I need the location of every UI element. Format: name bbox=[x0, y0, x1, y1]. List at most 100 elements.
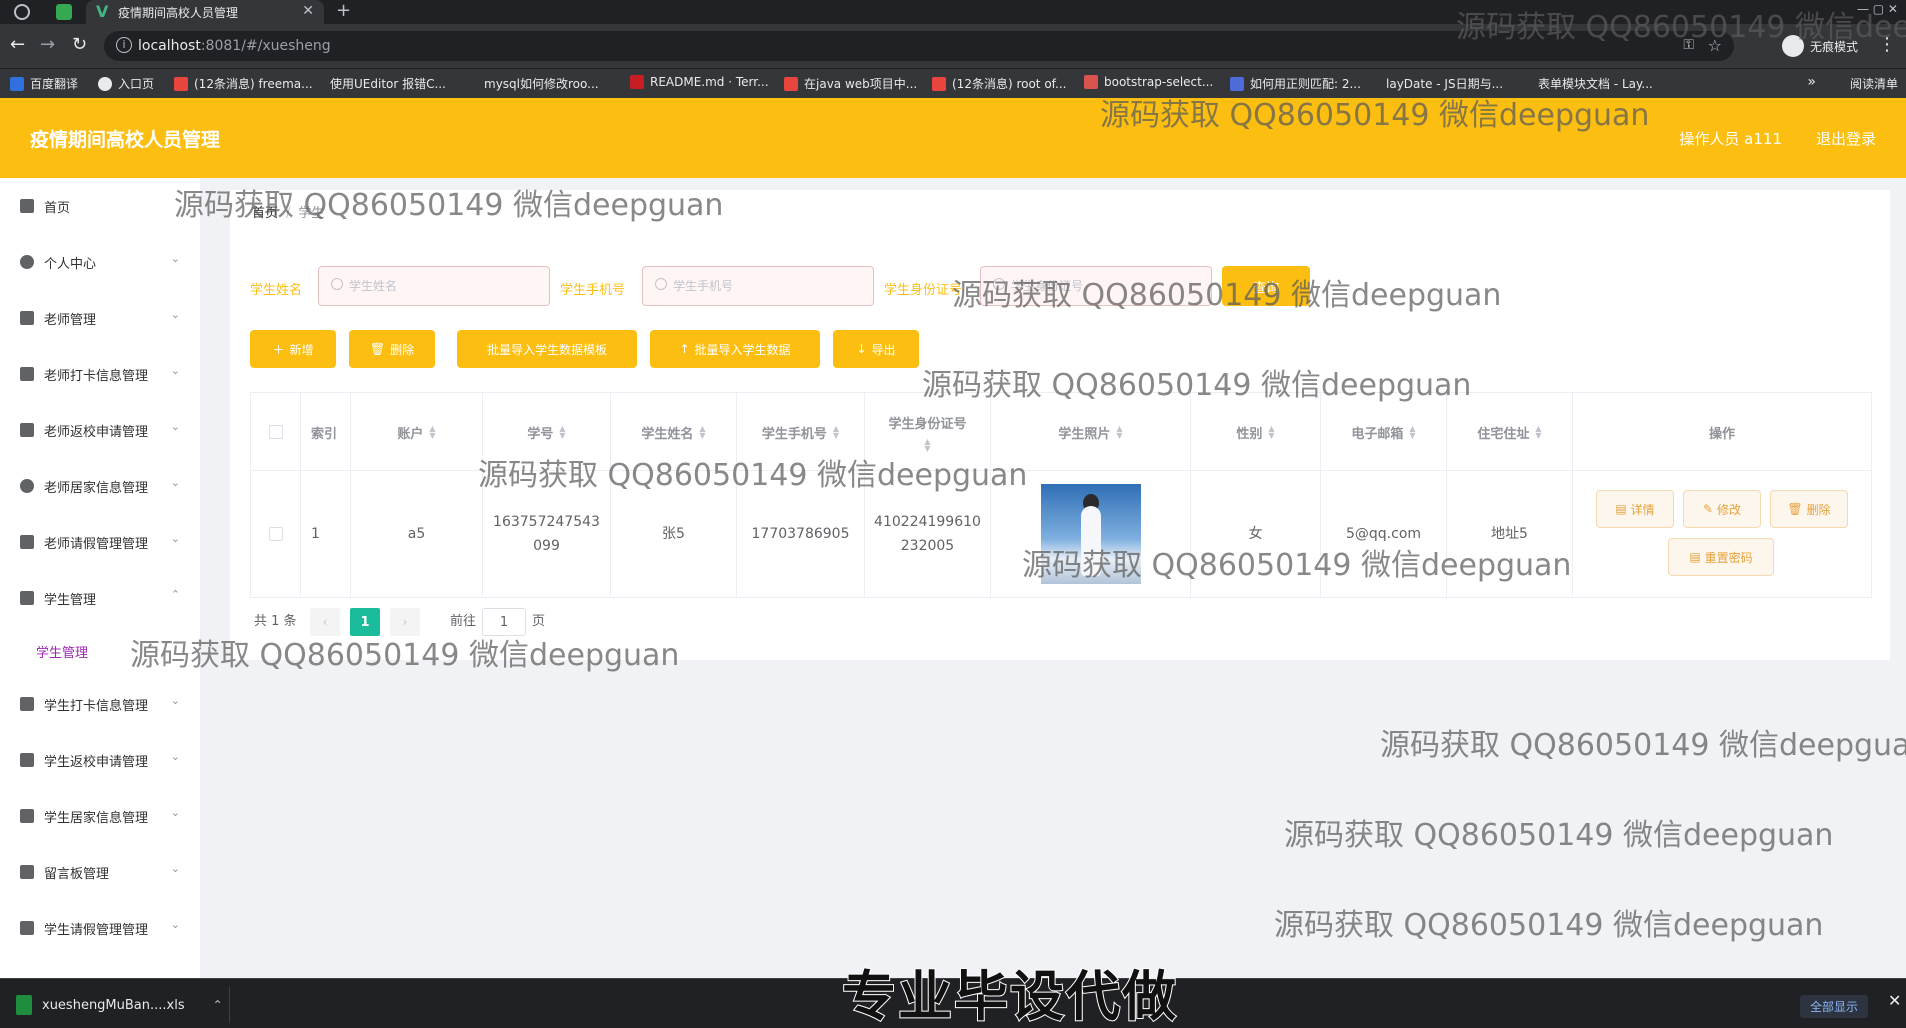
submenu-item-students[interactable]: 学生管理 bbox=[36, 642, 88, 661]
bookmark-item[interactable]: 百度翻译 bbox=[10, 75, 78, 92]
select-all-checkbox[interactable] bbox=[268, 425, 283, 439]
sidebar-item-teacher-leave[interactable]: 老师请假管理管理 ⌄ bbox=[0, 514, 200, 570]
back-icon[interactable]: ← bbox=[10, 34, 25, 55]
page-number-current[interactable]: 1 bbox=[350, 608, 380, 636]
info-icon[interactable]: i bbox=[116, 37, 132, 53]
chevron-down-icon: ⌄ bbox=[170, 532, 180, 545]
breadcrumb-home[interactable]: 首页 bbox=[252, 206, 278, 221]
sort-icon[interactable]: ▲ ▼ bbox=[1535, 425, 1541, 440]
download-item[interactable]: xueshengMuBan....xls ⌃ bbox=[8, 987, 230, 1023]
sort-icon[interactable]: ▲ ▼ bbox=[924, 437, 930, 452]
book-icon bbox=[20, 311, 34, 325]
chevron-right-icon: › bbox=[402, 615, 408, 629]
sidebar-item-teacher-home[interactable]: 老师居家信息管理 ⌄ bbox=[0, 458, 200, 514]
id-search-input[interactable] bbox=[1011, 267, 1201, 305]
bookmark-icon bbox=[1084, 75, 1098, 89]
sidebar-item-teacher-checkin[interactable]: 老师打卡信息管理 ⌄ bbox=[0, 346, 200, 402]
reset-password-button[interactable]: ▤ 重置密码 bbox=[1668, 538, 1774, 576]
browser-menu-icon[interactable]: ⋮ bbox=[1878, 34, 1896, 55]
browser-tab[interactable]: V 疫情期间高校人员管理 ✕ bbox=[86, 0, 324, 24]
sort-icon[interactable]: ▲ ▼ bbox=[1268, 425, 1274, 440]
bookmark-item[interactable]: layDate - JS日期与... bbox=[1386, 75, 1503, 92]
bookmarks-overflow-icon[interactable]: » bbox=[1807, 74, 1816, 90]
batch-delete-button[interactable]: 🗑 删除 bbox=[349, 330, 435, 368]
column-header[interactable]: 住宅住址 ▲ ▼ bbox=[1447, 393, 1573, 471]
show-all-downloads-button[interactable]: 全部显示 bbox=[1800, 995, 1869, 1018]
sort-icon[interactable]: ▲ ▼ bbox=[559, 425, 565, 440]
sidebar-item-teacher-return[interactable]: 老师返校申请管理 ⌄ bbox=[0, 402, 200, 458]
reload-icon[interactable]: ↻ bbox=[72, 34, 87, 55]
window-controls[interactable]: — ▢ ✕ bbox=[1857, 2, 1898, 16]
gender-cell: 女 bbox=[1191, 471, 1321, 597]
sidebar-item-student-return[interactable]: 学生返校申请管理 ⌄ bbox=[0, 732, 200, 788]
sidebar-item-messages[interactable]: 留言板管理 ⌄ bbox=[0, 844, 200, 900]
account-cell: a5 bbox=[351, 471, 483, 597]
sort-icon[interactable]: ▲ ▼ bbox=[833, 425, 839, 440]
column-header[interactable]: 学生身份证号 ▲ ▼ bbox=[865, 393, 991, 471]
incognito-badge[interactable]: 无痕模式 bbox=[1782, 32, 1858, 60]
bookmark-item[interactable]: 在java web项目中... bbox=[784, 75, 917, 92]
url-input[interactable]: i localhost:8081/#/xuesheng ⚿ ☆ bbox=[104, 31, 1734, 61]
reading-list[interactable]: 阅读清单 bbox=[1850, 75, 1898, 92]
import-button[interactable]: ↑ 批量导入学生数据 bbox=[650, 330, 820, 368]
chevron-up-icon[interactable]: ⌃ bbox=[213, 998, 223, 1012]
sort-icon[interactable]: ▲ ▼ bbox=[699, 425, 705, 440]
column-header[interactable]: 性别 ▲ ▼ bbox=[1191, 393, 1321, 471]
logout-link[interactable]: 退出登录 bbox=[1816, 128, 1876, 149]
chevron-down-icon: ⌄ bbox=[170, 476, 180, 489]
sidebar-item-home[interactable]: 首页 bbox=[0, 178, 200, 234]
next-page-button[interactable]: › bbox=[390, 608, 420, 636]
download-template-button[interactable]: 批量导入学生数据模板 bbox=[457, 330, 637, 368]
bookmark-item[interactable]: 入口页 bbox=[98, 75, 154, 92]
delete-row-button[interactable]: 🗑 删除 bbox=[1770, 490, 1848, 528]
key-icon[interactable]: ⚿ bbox=[1683, 37, 1694, 53]
sidebar-item-student-leave[interactable]: 学生请假管理管理 ⌄ bbox=[0, 900, 200, 956]
export-button[interactable]: ↓ 导出 bbox=[833, 330, 919, 368]
bookmark-item[interactable]: bootstrap-select... bbox=[1084, 75, 1213, 89]
row-checkbox[interactable] bbox=[268, 527, 283, 541]
column-header[interactable]: 电子邮箱 ▲ ▼ bbox=[1321, 393, 1447, 471]
browser-profile-icon[interactable] bbox=[14, 4, 30, 20]
column-header[interactable]: 学号 ▲ ▼ bbox=[483, 393, 611, 471]
sort-icon[interactable]: ▲ ▼ bbox=[1409, 425, 1415, 440]
bookmark-item[interactable]: README.md · Terr... bbox=[630, 75, 769, 89]
bookmark-item[interactable]: 使用UEditor 报错C... bbox=[330, 75, 446, 92]
watermark: 源码获取 QQ86050149 微信deepguan bbox=[1274, 908, 1824, 943]
name-search-field[interactable] bbox=[318, 266, 550, 306]
sidebar-item-profile[interactable]: 个人中心 ⌄ bbox=[0, 234, 200, 290]
sidebar-item-student-home[interactable]: 学生居家信息管理 ⌄ bbox=[0, 788, 200, 844]
search-button[interactable]: 查询 bbox=[1222, 266, 1310, 306]
forward-icon[interactable]: → bbox=[40, 34, 55, 55]
column-header[interactable]: 学生手机号 ▲ ▼ bbox=[737, 393, 865, 471]
add-button[interactable]: ＋ 新增 bbox=[250, 330, 336, 368]
bookmark-item[interactable]: (12条消息) freema... bbox=[174, 75, 313, 92]
bookmark-item[interactable]: mysql如何修改roo... bbox=[484, 75, 599, 92]
column-header[interactable]: 学生姓名 ▲ ▼ bbox=[611, 393, 737, 471]
tab-close-icon[interactable]: ✕ bbox=[302, 3, 314, 19]
sidebar-item-teachers[interactable]: 老师管理 ⌄ bbox=[0, 290, 200, 346]
column-header[interactable]: 学生照片 ▲ ▼ bbox=[991, 393, 1191, 471]
sort-icon[interactable]: ▲ ▼ bbox=[1116, 425, 1122, 440]
bookmark-item[interactable]: 如何用正则匹配: 2... bbox=[1230, 75, 1361, 92]
bookmark-item[interactable]: 表单模块文档 - Lay... bbox=[1538, 75, 1653, 92]
column-header: 索引 bbox=[301, 393, 351, 471]
pinned-tab-icon[interactable] bbox=[56, 4, 72, 20]
prev-page-button[interactable]: ‹ bbox=[310, 608, 340, 636]
id-search-field[interactable] bbox=[980, 266, 1212, 306]
column-header[interactable]: 账户 ▲ ▼ bbox=[351, 393, 483, 471]
close-icon[interactable]: ✕ bbox=[1888, 991, 1901, 1010]
chevron-down-icon: ⌄ bbox=[170, 420, 180, 433]
bookmark-item[interactable]: (12条消息) root of... bbox=[932, 75, 1066, 92]
goto-page-input[interactable] bbox=[482, 608, 526, 636]
edit-button[interactable]: ✎ 修改 bbox=[1683, 490, 1761, 528]
sort-icon[interactable]: ▲ ▼ bbox=[429, 425, 435, 440]
new-tab-icon[interactable]: + bbox=[336, 0, 351, 21]
sidebar-item-student-checkin[interactable]: 学生打卡信息管理 ⌄ bbox=[0, 676, 200, 732]
phone-search-field[interactable] bbox=[642, 266, 874, 306]
phone-search-input[interactable] bbox=[673, 267, 863, 305]
name-search-input[interactable] bbox=[349, 267, 539, 305]
sidebar-item-students[interactable]: 学生管理 ⌃ bbox=[0, 570, 200, 626]
student-photo[interactable] bbox=[1040, 484, 1141, 584]
star-icon[interactable]: ☆ bbox=[1708, 36, 1722, 55]
detail-button[interactable]: ▤ 详情 bbox=[1596, 490, 1674, 528]
